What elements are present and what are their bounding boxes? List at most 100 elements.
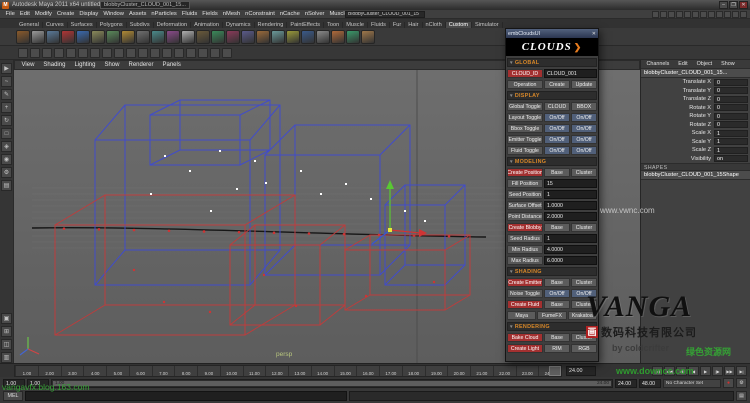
- channel-menu-edit[interactable]: Edit: [676, 61, 690, 67]
- shelf-icon[interactable]: [76, 30, 90, 44]
- clouds-tab-maya-button[interactable]: Maya: [507, 311, 536, 320]
- time-slider[interactable]: 1.002.003.004.005.006.007.008.009.0010.0…: [14, 365, 562, 377]
- clouds-create-light-rim-button[interactable]: RIM: [544, 344, 570, 353]
- shelf-icon[interactable]: [46, 30, 60, 44]
- timeline-tick[interactable]: 10.00: [220, 366, 243, 376]
- clouds-create-position-button[interactable]: Create Position: [507, 168, 543, 177]
- channel-value-field[interactable]: 0: [714, 113, 748, 120]
- layout-persp-outliner[interactable]: ◫: [1, 339, 12, 350]
- last-tool-icon[interactable]: ▤: [1, 180, 12, 191]
- menu-nmesh[interactable]: nMesh: [220, 11, 242, 17]
- clouds-max-radius-field[interactable]: 6.0000: [544, 256, 597, 265]
- make-live-icon[interactable]: [162, 48, 172, 58]
- menu-nconstraint[interactable]: nConstraint: [243, 11, 278, 17]
- timeline-tick[interactable]: 18.00: [402, 366, 425, 376]
- channel-box-shape-name[interactable]: blobbyCluster_CLOUD_001_15Shape: [641, 171, 750, 180]
- clouds-create-position-cluster-button[interactable]: Cluster: [571, 168, 597, 177]
- channel-value-field[interactable]: 1: [714, 147, 748, 154]
- shelf-icon[interactable]: [316, 30, 330, 44]
- menu-file[interactable]: File: [3, 11, 17, 17]
- menu-modify[interactable]: Modify: [32, 11, 54, 17]
- clouds-bake-cloud-button[interactable]: Bake Cloud: [507, 333, 543, 342]
- rotate-tool-icon[interactable]: ↻: [1, 115, 12, 126]
- timeline-tick[interactable]: 8.00: [174, 366, 197, 376]
- redo-icon[interactable]: [66, 48, 76, 58]
- timeline-tick[interactable]: 22.00: [493, 366, 516, 376]
- select-component-icon[interactable]: [102, 48, 112, 58]
- shelf-icon[interactable]: [91, 30, 105, 44]
- shelf-icon[interactable]: [346, 30, 360, 44]
- select-object-icon[interactable]: [90, 48, 100, 58]
- menu-toolbar-icon[interactable]: [732, 11, 739, 18]
- menu-nsolver[interactable]: nSolver: [302, 11, 327, 17]
- render-settings-icon[interactable]: [222, 48, 232, 58]
- channel-value-field[interactable]: 1: [714, 138, 748, 145]
- menu-nparticles[interactable]: nParticles: [149, 11, 179, 17]
- clouds-create-emitter-button[interactable]: Create Emitter: [507, 278, 543, 287]
- shelf-icon[interactable]: [196, 30, 210, 44]
- clouds-seed-radius-field[interactable]: 1: [544, 234, 597, 243]
- step-forward-frame-button[interactable]: |▶: [712, 366, 723, 376]
- snap-grid-icon[interactable]: [114, 48, 124, 58]
- menu-toolbar-icon[interactable]: [740, 11, 747, 18]
- menu-fluids[interactable]: Fluids: [179, 11, 199, 17]
- timeline-tick[interactable]: 7.00: [152, 366, 175, 376]
- menu-create[interactable]: Create: [54, 11, 76, 17]
- snap-plane-icon[interactable]: [150, 48, 160, 58]
- undo-icon[interactable]: [54, 48, 64, 58]
- shelf-icon[interactable]: [211, 30, 225, 44]
- menu-display[interactable]: Display: [77, 11, 101, 17]
- viewport-menu-renderer[interactable]: Renderer: [126, 62, 156, 68]
- menu-fields[interactable]: Fields: [200, 11, 220, 17]
- anim-end-field[interactable]: 48.00: [639, 379, 661, 388]
- universal-manipulator-icon[interactable]: ◈: [1, 141, 12, 152]
- soft-mod-tool-icon[interactable]: ◉: [1, 154, 12, 165]
- channel-value-field[interactable]: 0: [714, 79, 748, 86]
- viewport-menu-view[interactable]: View: [19, 62, 37, 68]
- menu-toolbar-icon[interactable]: [724, 11, 731, 18]
- close-button[interactable]: ✕: [739, 1, 748, 9]
- current-frame-field[interactable]: 24.00: [566, 366, 596, 376]
- clouds-noise-toggle-on-off-button[interactable]: On/Off: [544, 289, 570, 298]
- clouds-create-fluid-base-button[interactable]: Base: [544, 300, 570, 309]
- snap-curve-icon[interactable]: [126, 48, 136, 58]
- shelf-icon[interactable]: [241, 30, 255, 44]
- channel-value-field[interactable]: 1: [714, 130, 748, 137]
- play-forward-button[interactable]: ▶: [700, 366, 711, 376]
- snap-point-icon[interactable]: [138, 48, 148, 58]
- timeline-tick[interactable]: 19.00: [425, 366, 448, 376]
- shelf-icon[interactable]: [286, 30, 300, 44]
- viewport-menu-show[interactable]: Show: [102, 62, 122, 68]
- shelf-icon[interactable]: [226, 30, 240, 44]
- shelf-icon[interactable]: [181, 30, 195, 44]
- show-manipulator-icon[interactable]: ⚙: [1, 167, 12, 178]
- shelf-icon[interactable]: [331, 30, 345, 44]
- channel-menu-channels[interactable]: Channels: [644, 61, 672, 67]
- ipr-render-icon[interactable]: [210, 48, 220, 58]
- channel-value-field[interactable]: 0: [714, 104, 748, 111]
- quick-select-field[interactable]: BlobbyCluster_CLOUD_001_15: [345, 11, 425, 18]
- viewport-menu-lighting[interactable]: Lighting: [72, 62, 98, 68]
- move-tool-icon[interactable]: +: [1, 102, 12, 113]
- clouds-operation-update-button[interactable]: Update: [571, 80, 597, 89]
- shelf-icon[interactable]: [271, 30, 285, 44]
- clouds-bake-cloud-base-button[interactable]: Base: [544, 333, 570, 342]
- clouds-panel-titlebar[interactable]: embCloudsUI ✕: [506, 29, 598, 38]
- timeline-tick[interactable]: 4.00: [83, 366, 106, 376]
- shelf-icon[interactable]: [106, 30, 120, 44]
- construction-history-icon[interactable]: [174, 48, 184, 58]
- timeline-tick[interactable]: 21.00: [470, 366, 493, 376]
- minimize-button[interactable]: –: [719, 1, 728, 9]
- menu-toolbar-icon[interactable]: [716, 11, 723, 18]
- viewport-menu-panels[interactable]: Panels: [160, 62, 183, 68]
- clouds-cloud-id-button[interactable]: CLOUD_ID: [507, 69, 543, 78]
- clouds-create-fluid-button[interactable]: Create Fluid: [507, 300, 543, 309]
- document-name-field[interactable]: blobbyCluster_CLOUD_001_15...: [100, 1, 190, 9]
- lasso-tool-icon[interactable]: ~: [1, 76, 12, 87]
- menu-toolbar-icon[interactable]: [692, 11, 699, 18]
- timeline-tick[interactable]: 15.00: [334, 366, 357, 376]
- menu-window[interactable]: Window: [101, 11, 127, 17]
- channel-value-field[interactable]: on: [714, 155, 748, 162]
- timeline-tick[interactable]: 1.00: [15, 366, 38, 376]
- clouds-emitter-toggle-on-off-button[interactable]: On/Off: [544, 135, 570, 144]
